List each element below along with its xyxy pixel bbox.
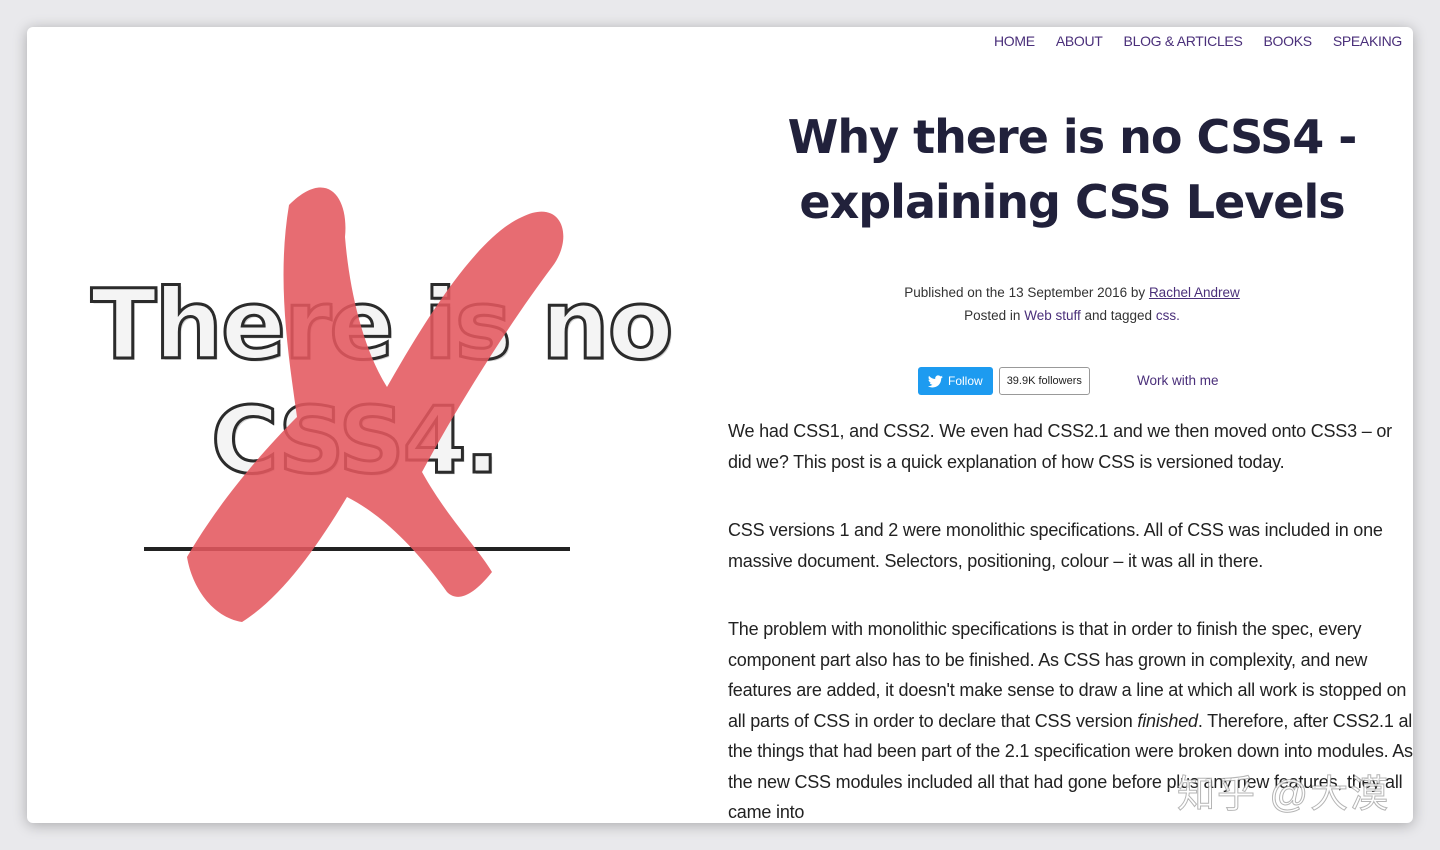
tagged-prefix: and tagged xyxy=(1084,308,1153,323)
tag-link[interactable]: css. xyxy=(1156,308,1180,323)
work-with-me-link[interactable]: Work with me xyxy=(1137,373,1219,388)
hero-artwork: There is no CSS4. xyxy=(27,27,707,823)
red-cross-icon xyxy=(187,187,564,622)
twitter-bird-icon xyxy=(928,374,943,387)
posted-line: Posted in Web stuff and tagged css. xyxy=(747,304,1397,327)
nav-blog-articles[interactable]: BLOG & ARTICLES xyxy=(1124,33,1243,49)
article-body: We had CSS1, and CSS2. We even had CSS2.… xyxy=(728,416,1413,823)
article-meta: Published on the 13 September 2016 by Ra… xyxy=(747,281,1397,327)
author-link[interactable]: Rachel Andrew xyxy=(1149,285,1240,300)
nav-about[interactable]: ABOUT xyxy=(1056,33,1103,49)
published-line: Published on the 13 September 2016 by Ra… xyxy=(747,281,1397,304)
posted-prefix: Posted in xyxy=(964,308,1021,323)
twitter-follow-widget: Follow 39.9K followers xyxy=(918,367,1090,395)
article-title: Why there is no CSS4 - explaining CSS Le… xyxy=(747,105,1397,235)
main-nav: HOME ABOUT BLOG & ARTICLES BOOKS SPEAKIN… xyxy=(994,33,1402,49)
paragraph-3-emphasis: finished xyxy=(1137,710,1198,731)
followers-count[interactable]: 39.9K followers xyxy=(998,367,1090,395)
paragraph-1: We had CSS1, and CSS2. We even had CSS2.… xyxy=(728,421,1392,472)
paragraph-2: CSS versions 1 and 2 were monolithic spe… xyxy=(728,520,1383,571)
follow-label: Follow xyxy=(948,374,983,388)
category-link[interactable]: Web stuff xyxy=(1024,308,1081,323)
published-prefix: Published on the 13 September 2016 by xyxy=(904,285,1146,300)
nav-home[interactable]: HOME xyxy=(994,33,1035,49)
article-title-line1: Why there is no CSS4 - xyxy=(787,110,1358,164)
twitter-follow-button[interactable]: Follow xyxy=(918,367,993,395)
browser-window: There is no CSS4. HOME ABOUT BLOG & ARTI… xyxy=(27,27,1413,823)
article-title-line2: explaining CSS Levels xyxy=(799,175,1345,229)
nav-speaking[interactable]: SPEAKING xyxy=(1333,33,1402,49)
watermark: 知乎 @大漠 xyxy=(1176,774,1391,817)
nav-books[interactable]: BOOKS xyxy=(1264,33,1313,49)
